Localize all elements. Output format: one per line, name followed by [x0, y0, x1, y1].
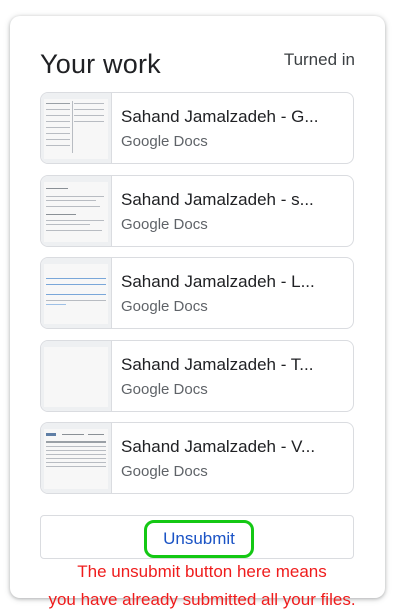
- annotation-line-1: The unsubmit button here means: [77, 562, 327, 581]
- doc-table-thumbnail-icon: [41, 93, 112, 163]
- unsubmit-button[interactable]: Unsubmit: [144, 520, 254, 558]
- attachment-item[interactable]: Sahand Jamalzadeh - G... Google Docs: [40, 92, 354, 164]
- attachment-name: Sahand Jamalzadeh - G...: [121, 107, 319, 126]
- attachment-item[interactable]: Sahand Jamalzadeh - V... Google Docs: [40, 422, 354, 494]
- attachment-name: Sahand Jamalzadeh - s...: [121, 190, 314, 209]
- status-label: Turned in: [283, 50, 355, 69]
- doc-table-header-thumbnail-icon: [41, 423, 112, 493]
- attachment-type: Google Docs: [121, 133, 208, 150]
- attachment-name: Sahand Jamalzadeh - L...: [121, 272, 315, 291]
- attachment-name: Sahand Jamalzadeh - T...: [121, 355, 314, 374]
- attachment-type: Google Docs: [121, 298, 208, 315]
- doc-blue-lines-thumbnail-icon: [41, 258, 112, 328]
- doc-text-thumbnail-icon: [41, 176, 112, 246]
- annotation-line-2: you have already submitted all your file…: [48, 590, 356, 609]
- card-title: Your work: [40, 49, 161, 79]
- attachment-name: Sahand Jamalzadeh - V...: [121, 437, 316, 456]
- attachment-item[interactable]: Sahand Jamalzadeh - T... Google Docs: [40, 340, 354, 412]
- attachment-type: Google Docs: [121, 381, 208, 398]
- doc-blank-thumbnail-icon: [41, 341, 112, 411]
- attachment-item[interactable]: Sahand Jamalzadeh - L... Google Docs: [40, 257, 354, 329]
- unsubmit-area: Unsubmit: [40, 515, 354, 559]
- your-work-card: Your work Turned in Sahand Jamalzadeh - …: [10, 16, 385, 598]
- attachment-item[interactable]: Sahand Jamalzadeh - s... Google Docs: [40, 175, 354, 247]
- attachment-type: Google Docs: [121, 216, 208, 233]
- attachment-type: Google Docs: [121, 463, 208, 480]
